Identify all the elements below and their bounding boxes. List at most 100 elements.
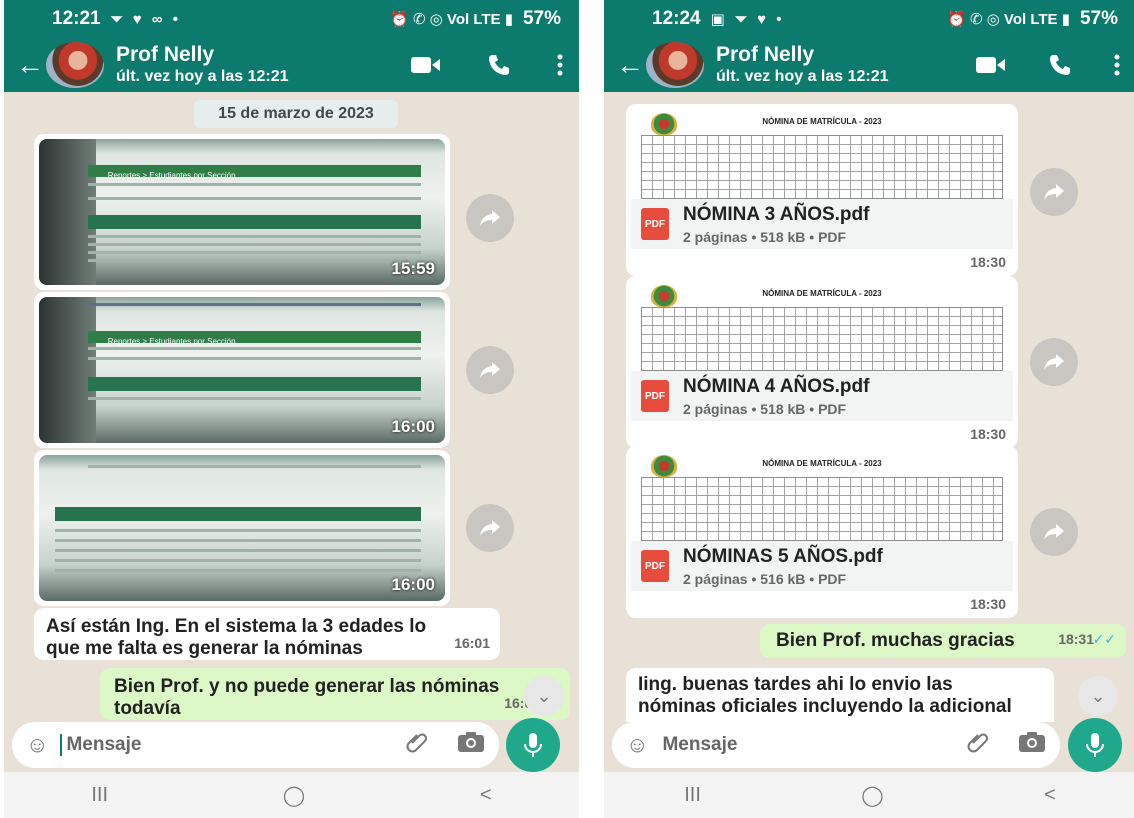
message-time: 18:31	[1058, 631, 1094, 647]
message-placeholder: Mensaje	[662, 734, 738, 755]
document-name: NÓMINA 3 AÑOS.pdf	[683, 203, 870, 225]
back-arrow-icon[interactable]: ←	[16, 49, 46, 81]
screenshot-breadcrumb-bar: Reportes > Estudiantes por Sección	[87, 165, 421, 180]
emoji-icon[interactable]: ☺	[626, 732, 648, 758]
document-preview-title: NÓMINA DE MATRÍCULA - 2023	[762, 459, 882, 468]
forward-icon[interactable]	[1030, 508, 1078, 556]
status-time: 12:24	[652, 8, 701, 29]
recents-button[interactable]: III	[91, 784, 108, 807]
status-bar: 12:21 ⏷ ♥ ∞ • ⏰ ✆ ◎ Vol LTE ▮ 57%	[4, 0, 579, 38]
message-list[interactable]: NÓMINA DE MATRÍCULA - 2023 PDF NÓMINA 3 …	[604, 92, 1134, 722]
message-time: 16:00	[391, 575, 435, 594]
text-caret	[60, 734, 63, 756]
attach-icon[interactable]	[966, 730, 990, 760]
document-info: PDF NÓMINA 4 AÑOS.pdf 2 páginas • 518 kB…	[631, 371, 1013, 421]
more-options-icon[interactable]	[557, 54, 563, 76]
document-meta: 2 páginas • 518 kB • PDF	[683, 228, 847, 245]
date-chip: 15 de marzo de 2023	[194, 100, 398, 128]
message-text: Bien Prof. muchas gracias	[776, 630, 1015, 651]
contact-avatar[interactable]	[46, 42, 104, 88]
message-text: Así están Ing. En el sistema la 3 edades…	[46, 616, 427, 637]
camera-icon[interactable]	[457, 731, 485, 759]
back-button[interactable]: <	[480, 784, 492, 807]
forward-icon[interactable]	[466, 504, 514, 552]
back-button[interactable]: <	[1044, 784, 1056, 807]
forward-icon[interactable]	[1030, 338, 1078, 386]
message-placeholder: Mensaje	[66, 734, 142, 755]
document-meta: 2 páginas • 518 kB • PDF	[683, 400, 847, 417]
document-preview: NÓMINA DE MATRÍCULA - 2023	[631, 451, 1013, 541]
camera-icon[interactable]	[1018, 731, 1046, 759]
chat-screen-left: 12:21 ⏷ ♥ ∞ • ⏰ ✆ ◎ Vol LTE ▮ 57% ← Prof…	[4, 0, 579, 818]
status-bar: 12:24 ▣ ⏷ ♥ • ⏰ ✆ ◎ Vol LTE ▮ 57%	[604, 0, 1134, 38]
document-message[interactable]: NÓMINA DE MATRÍCULA - 2023 PDF NÓMINA 4 …	[626, 276, 1018, 448]
message-input[interactable]: ☺ Mensaje	[12, 722, 499, 768]
message-time: 18:30	[970, 596, 1006, 612]
contact-info[interactable]: Prof Nelly últ. vez hoy a las 12:21	[116, 44, 289, 86]
voice-call-icon[interactable]	[1048, 53, 1072, 77]
read-receipt-icon: ✓✓	[1092, 631, 1116, 647]
message-time: 16:01	[454, 635, 490, 651]
video-call-icon[interactable]	[976, 55, 1006, 75]
system-nav-bar: III ◯ <	[4, 772, 579, 818]
document-message[interactable]: NÓMINA DE MATRÍCULA - 2023 PDF NÓMINA 3 …	[626, 104, 1018, 276]
document-message[interactable]: NÓMINA DE MATRÍCULA - 2023 PDF NÓMINAS 5…	[626, 446, 1018, 618]
image-message[interactable]: Reportes > Estudiantes por Sección 15:59	[34, 134, 450, 290]
outgoing-message[interactable]: Bien Prof. muchas gracias 18:31 ✓✓	[760, 624, 1126, 658]
mic-button[interactable]	[1068, 718, 1122, 772]
battery-level: 57%	[522, 8, 561, 29]
contact-name: Prof Nelly	[116, 43, 215, 66]
message-input[interactable]: ☺ Mensaje	[612, 722, 1060, 768]
contact-info[interactable]: Prof Nelly últ. vez hoy a las 12:21	[716, 44, 889, 86]
chat-header: ← Prof Nelly últ. vez hoy a las 12:21	[4, 38, 579, 92]
forward-icon[interactable]	[466, 346, 514, 394]
battery-level: 57%	[1079, 8, 1118, 29]
status-time: 12:21	[52, 8, 101, 29]
last-seen: últ. vez hoy a las 12:21	[116, 68, 289, 85]
incoming-message[interactable]: Así están Ing. En el sistema la 3 edades…	[34, 608, 500, 660]
document-name: NÓMINAS 5 AÑOS.pdf	[683, 545, 883, 567]
home-button[interactable]: ◯	[283, 783, 305, 808]
status-system-icons: ⏰ ✆ ◎ Vol LTE ▮	[390, 11, 513, 28]
message-text: Iing. buenas tardes ahi lo envio las	[638, 674, 953, 695]
home-button[interactable]: ◯	[861, 783, 883, 808]
image-message[interactable]: 16:00	[34, 450, 450, 606]
mic-button[interactable]	[506, 718, 560, 772]
status-system-icons: ⏰ ✆ ◎ Vol LTE ▮	[947, 11, 1070, 28]
forward-icon[interactable]	[466, 194, 514, 242]
message-time: 15:59	[391, 259, 435, 278]
voice-call-icon[interactable]	[487, 53, 511, 77]
recents-button[interactable]: III	[684, 784, 701, 807]
document-preview: NÓMINA DE MATRÍCULA - 2023	[631, 281, 1013, 371]
chat-screen-right: 12:24 ▣ ⏷ ♥ • ⏰ ✆ ◎ Vol LTE ▮ 57% ← Prof…	[604, 0, 1134, 818]
message-text: que me falta es generar la nóminas	[46, 638, 363, 659]
message-list[interactable]: 15 de marzo de 2023 Reportes > Estudiant…	[4, 92, 579, 722]
document-preview-title: NÓMINA DE MATRÍCULA - 2023	[762, 289, 882, 298]
document-info: PDF NÓMINA 3 AÑOS.pdf 2 páginas • 518 kB…	[631, 199, 1013, 249]
back-arrow-icon[interactable]: ←	[616, 49, 646, 81]
document-name: NÓMINA 4 AÑOS.pdf	[683, 375, 870, 397]
scroll-down-icon[interactable]: ⌄	[524, 676, 564, 716]
pdf-icon: PDF	[641, 550, 669, 582]
contact-avatar[interactable]	[646, 42, 704, 88]
chat-header: ← Prof Nelly últ. vez hoy a las 12:21	[604, 38, 1134, 92]
forward-icon[interactable]	[1030, 168, 1078, 216]
pdf-icon: PDF	[641, 380, 669, 412]
document-meta: 2 páginas • 516 kB • PDF	[683, 570, 847, 587]
attach-icon[interactable]	[405, 730, 429, 760]
status-notification-icons: ▣ ⏷ ♥ •	[710, 11, 785, 28]
contact-name: Prof Nelly	[716, 43, 815, 66]
outgoing-message[interactable]: Bien Prof. y no puede generar las nómina…	[100, 668, 570, 720]
incoming-message[interactable]: Iing. buenas tardes ahi lo envio las nóm…	[626, 668, 1054, 722]
video-call-icon[interactable]	[411, 55, 441, 75]
status-notification-icons: ⏷ ♥ ∞ •	[110, 10, 181, 28]
photo-thumbnail: Reportes > Estudiantes por Sección 16:00	[39, 297, 445, 443]
scroll-down-icon[interactable]: ⌄	[1078, 676, 1118, 716]
emoji-icon[interactable]: ☺	[26, 732, 48, 758]
message-text: todavía	[114, 698, 181, 719]
more-options-icon[interactable]	[1114, 54, 1120, 76]
document-preview-title: NÓMINA DE MATRÍCULA - 2023	[762, 117, 882, 126]
photo-thumbnail: 16:00	[39, 455, 445, 601]
image-message[interactable]: Reportes > Estudiantes por Sección 16:00	[34, 292, 450, 448]
message-time: 18:30	[970, 254, 1006, 270]
